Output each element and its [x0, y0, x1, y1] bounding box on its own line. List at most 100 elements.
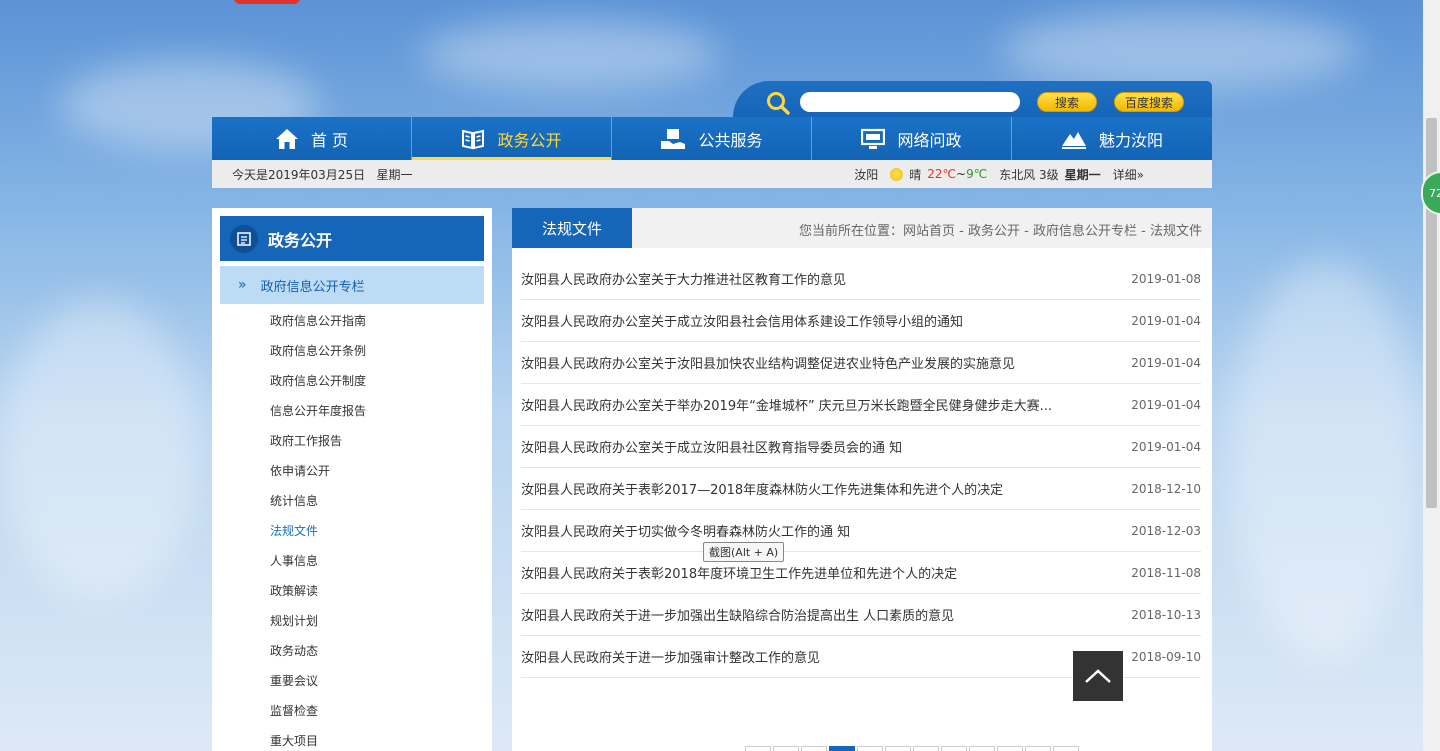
page-button[interactable] [745, 746, 771, 751]
list-item[interactable]: 汝阳县人民政府关于表彰2018年度环境卫生工作先进单位和先进个人的决定 2018-… [521, 552, 1201, 594]
weather-wind: 东北风 3级 [999, 167, 1059, 182]
list-item[interactable]: 汝阳县人民政府关于切实做今冬明春森林防火工作的通 知 2018-12-03 [521, 510, 1201, 552]
site-logo[interactable] [234, 0, 300, 4]
article-date: 2019-01-04 [1131, 397, 1201, 412]
sidebar-item[interactable]: 信息公开年度报告 [270, 401, 366, 431]
article-date: 2019-01-08 [1131, 271, 1201, 286]
article-title[interactable]: 汝阳县人民政府办公室关于成立汝阳县社区教育指导委员会的通 知 [521, 437, 902, 456]
sidebar-item[interactable]: 政策解读 [270, 581, 366, 611]
article-date: 2019-01-04 [1131, 355, 1201, 370]
sidebar-item[interactable]: 重大项目 [270, 731, 366, 751]
article-title[interactable]: 汝阳县人民政府办公室关于大力推进社区教育工作的意见 [521, 269, 846, 288]
breadcrumb-level2[interactable]: 政府信息公开专栏 [1033, 224, 1137, 239]
article-title[interactable]: 汝阳县人民政府办公室关于举办2019年“金堆城杯” 庆元旦万米长跑暨全民健身健步… [521, 395, 1052, 414]
article-title[interactable]: 汝阳县人民政府办公室关于成立汝阳县社会信用体系建设工作领导小组的通知 [521, 311, 963, 330]
page-button[interactable] [885, 746, 911, 751]
breadcrumb-home[interactable]: 网站首页 [903, 224, 955, 239]
sidebar-item[interactable]: 统计信息 [270, 491, 366, 521]
page-button[interactable] [857, 746, 883, 751]
article-date: 2019-01-04 [1131, 313, 1201, 328]
breadcrumb-separator: - [1137, 224, 1150, 239]
article-date: 2019-01-04 [1131, 439, 1201, 454]
list-item[interactable]: 汝阳县人民政府办公室关于汝阳县加快农业结构调整促进农业特色产业发展的实施意见 20… [521, 342, 1201, 384]
cloud-decoration [420, 20, 720, 90]
weather-detail-link[interactable]: 详细» [1113, 166, 1144, 183]
sidebar-item[interactable]: 政务动态 [270, 641, 366, 671]
breadcrumb-separator: - [955, 224, 969, 239]
back-to-top-button[interactable] [1073, 651, 1123, 701]
page-button[interactable] [913, 746, 939, 751]
breadcrumb-separator: - [1020, 224, 1033, 239]
service-icon [661, 128, 686, 149]
sidebar-item[interactable]: 政府工作报告 [270, 431, 366, 461]
nav-item-charm-ruyang[interactable]: 魅力汝阳 [1012, 117, 1212, 160]
sidebar-item-active[interactable]: 法规文件 [270, 521, 366, 551]
weather-city: 汝阳 [854, 167, 879, 182]
sidebar-header: 政务公开 [220, 216, 484, 261]
page-button[interactable] [773, 746, 799, 751]
article-title[interactable]: 汝阳县人民政府办公室关于汝阳县加快农业结构调整促进农业特色产业发展的实施意见 [521, 353, 1015, 372]
cloud-decoration [1230, 260, 1420, 660]
breadcrumb-level3[interactable]: 法规文件 [1150, 224, 1202, 239]
weather-weekday: 星期一 [1064, 167, 1101, 182]
main-nav: 首 页 政务公开 公共服务 网络问政 魅力汝阳 [212, 117, 1212, 160]
article-title[interactable]: 汝阳县人民政府关于表彰2017—2018年度森林防火工作先进集体和先进个人的决定 [521, 479, 1003, 498]
article-title[interactable]: 汝阳县人民政府关于进一步加强审计整改工作的意见 [521, 647, 820, 666]
sidebar-item[interactable]: 重要会议 [270, 671, 366, 701]
page-button-current[interactable] [829, 746, 855, 751]
weather-widget: 汝阳 晴 22℃~9℃ 东北风 3级 星期一 详细» [854, 166, 1144, 183]
cloud-decoration [0, 300, 200, 600]
sidebar: 政务公开 » 政府信息公开专栏 政府信息公开指南 政府信息公开条例 政府信息公开… [212, 208, 492, 751]
nav-item-gov-affairs[interactable]: 政务公开 [412, 117, 612, 160]
nav-item-public-service[interactable]: 公共服务 [612, 117, 812, 160]
page-button[interactable] [801, 746, 827, 751]
breadcrumb-level1[interactable]: 政务公开 [968, 224, 1020, 239]
sidebar-item[interactable]: 政府信息公开指南 [270, 311, 366, 341]
sidebar-section-header[interactable]: » 政府信息公开专栏 [220, 266, 484, 304]
search-input[interactable] [800, 92, 1020, 112]
page-button[interactable] [997, 746, 1023, 751]
double-chevron-right-icon: » [238, 277, 247, 293]
list-item[interactable]: 汝阳县人民政府关于进一步加强出生缺陷综合防治提高出生 人口素质的意见 2018-1… [521, 594, 1201, 636]
list-icon [230, 224, 258, 253]
sidebar-item[interactable]: 监督检查 [270, 701, 366, 731]
nav-label: 魅力汝阳 [1098, 130, 1163, 150]
article-date: 2018-11-08 [1131, 565, 1201, 580]
sidebar-title: 政务公开 [268, 230, 333, 250]
temp-separator: ~ [956, 167, 967, 181]
article-list: 汝阳县人民政府办公室关于大力推进社区教育工作的意见 2019-01-08 汝阳县人… [521, 258, 1201, 678]
nav-item-online-inquiry[interactable]: 网络问政 [812, 117, 1012, 160]
sidebar-section-label: 政府信息公开专栏 [260, 279, 365, 295]
article-title[interactable]: 汝阳县人民政府关于切实做今冬明春森林防火工作的通 知 [521, 521, 850, 540]
article-title[interactable]: 汝阳县人民政府关于进一步加强出生缺陷综合防治提高出生 人口素质的意见 [521, 605, 954, 624]
nav-item-home[interactable]: 首 页 [212, 117, 412, 160]
article-date: 2018-12-10 [1131, 481, 1201, 496]
temp-low: 9℃ [966, 167, 988, 181]
sidebar-item[interactable]: 人事信息 [270, 551, 366, 581]
nav-label: 公共服务 [698, 130, 763, 150]
sidebar-menu: 政府信息公开指南 政府信息公开条例 政府信息公开制度 信息公开年度报告 政府工作… [270, 311, 366, 751]
page-button[interactable] [1053, 746, 1079, 751]
monitor-icon [861, 128, 886, 149]
page-button[interactable] [1025, 746, 1051, 751]
page-button[interactable] [941, 746, 967, 751]
breadcrumb-prefix: 您当前所在位置： [799, 224, 904, 239]
baidu-search-button[interactable]: 百度搜索 [1114, 92, 1184, 112]
sidebar-item[interactable]: 规划计划 [270, 611, 366, 641]
content-tab: 法规文件 [512, 208, 632, 248]
nav-label: 网络问政 [897, 130, 962, 150]
article-date: 2018-09-10 [1131, 649, 1201, 664]
sidebar-item[interactable]: 政府信息公开制度 [270, 371, 366, 401]
list-item[interactable]: 汝阳县人民政府办公室关于成立汝阳县社区教育指导委员会的通 知 2019-01-04 [521, 426, 1201, 468]
sidebar-item[interactable]: 依申请公开 [270, 461, 366, 491]
list-item[interactable]: 汝阳县人民政府办公室关于成立汝阳县社会信用体系建设工作领导小组的通知 2019-0… [521, 300, 1201, 342]
list-item[interactable]: 汝阳县人民政府办公室关于大力推进社区教育工作的意见 2019-01-08 [521, 258, 1201, 300]
list-item[interactable]: 汝阳县人民政府关于表彰2017—2018年度森林防火工作先进集体和先进个人的决定… [521, 468, 1201, 510]
article-title[interactable]: 汝阳县人民政府关于表彰2018年度环境卫生工作先进单位和先进个人的决定 [521, 563, 957, 582]
list-item[interactable]: 汝阳县人民政府办公室关于举办2019年“金堆城杯” 庆元旦万米长跑暨全民健身健步… [521, 384, 1201, 426]
current-date: 今天是2019年03月25日 星期一 [232, 167, 413, 182]
page-button[interactable] [969, 746, 995, 751]
chevron-up-icon [1085, 669, 1111, 683]
sidebar-item[interactable]: 政府信息公开条例 [270, 341, 366, 371]
search-button[interactable]: 搜索 [1037, 92, 1097, 112]
